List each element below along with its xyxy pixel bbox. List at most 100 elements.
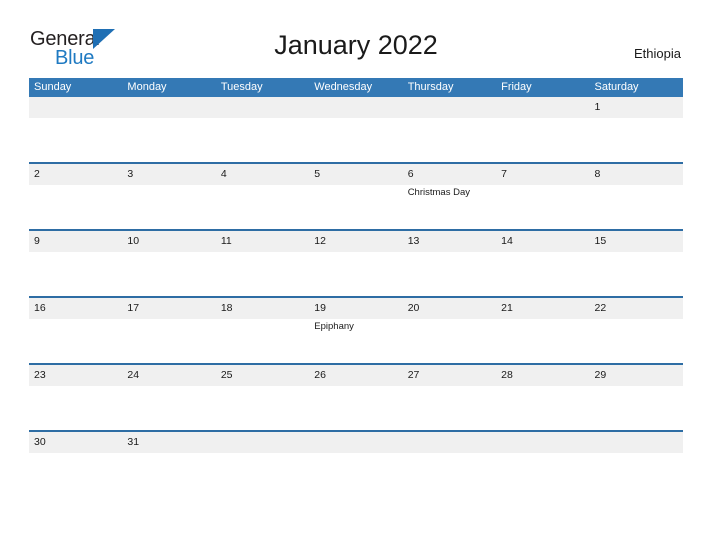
- calendar-day-empty: [403, 97, 496, 118]
- day-number-band: 1: [29, 97, 683, 118]
- day-number: 21: [501, 302, 513, 314]
- calendar-day-7[interactable]: 7: [496, 164, 589, 185]
- calendar-day-20[interactable]: 20: [403, 298, 496, 319]
- calendar-event-cell-empty: [496, 319, 589, 363]
- calendar-day-19[interactable]: 19: [309, 298, 402, 319]
- calendar-day-26[interactable]: 26: [309, 365, 402, 386]
- calendar-day-empty: [216, 97, 309, 118]
- day-number: 24: [127, 369, 140, 381]
- calendar-grid: Sunday Monday Tuesday Wednesday Thursday Frid…: [29, 78, 683, 455]
- calendar-day-17[interactable]: 17: [122, 298, 215, 319]
- calendar-day-30[interactable]: 30: [29, 432, 122, 453]
- day-number: 27: [407, 369, 420, 381]
- calendar-event-cell-empty: [216, 386, 309, 430]
- day-number-band: 16 17 18 19 20 21 22: [29, 298, 683, 319]
- calendar-day-22[interactable]: 22: [590, 298, 683, 319]
- day-number-band: 9 10 11 12 13 14 15: [29, 231, 683, 252]
- calendar-day-3[interactable]: 3: [122, 164, 215, 185]
- calendar-day-18[interactable]: 18: [216, 298, 309, 319]
- day-number: 31: [127, 436, 140, 448]
- calendar-event-cell-empty: [496, 185, 589, 229]
- calendar-week-row: 1: [29, 97, 683, 164]
- day-number: 30: [34, 436, 46, 448]
- calendar-day-6[interactable]: 6: [403, 164, 496, 185]
- calendar-event-cell-empty: [29, 252, 122, 296]
- calendar-week-row: 23 24 25 26 27 28 29: [29, 365, 683, 432]
- calendar-day-1[interactable]: 1: [590, 97, 683, 118]
- calendar-event-cell-empty: [590, 118, 683, 162]
- day-number: 18: [220, 302, 233, 314]
- calendar-event-cell-empty: [29, 319, 122, 363]
- calendar-day-29[interactable]: 29: [590, 365, 683, 386]
- calendar-event-cell-empty: [29, 118, 122, 162]
- calendar-day-8[interactable]: 8: [590, 164, 683, 185]
- calendar-week-row: 9 10 11 12 13 14 15: [29, 231, 683, 298]
- calendar-day-15[interactable]: 15: [590, 231, 683, 252]
- calendar-day-31[interactable]: 31: [122, 432, 215, 453]
- calendar-day-13[interactable]: 13: [403, 231, 496, 252]
- day-number: 12: [314, 235, 326, 247]
- calendar-day-25[interactable]: 25: [216, 365, 309, 386]
- day-number: 7: [501, 168, 507, 180]
- calendar-day-empty: [496, 97, 589, 118]
- day-number: 19: [314, 302, 326, 314]
- calendar-day-empty: [309, 432, 402, 453]
- day-number: 8: [594, 168, 601, 180]
- day-number: 17: [127, 302, 140, 314]
- calendar-day-14[interactable]: 14: [496, 231, 589, 252]
- calendar-event-cell-empty: [216, 118, 309, 162]
- calendar-day-27[interactable]: 27: [403, 365, 496, 386]
- calendar-event-cell-empty: [122, 386, 215, 430]
- weekday-header-row: Sunday Monday Tuesday Wednesday Thursday Frid…: [29, 78, 683, 97]
- weekday-header-friday: Friday: [501, 81, 532, 93]
- day-number: 6: [407, 168, 414, 180]
- calendar-event-cell[interactable]: Christmas Day: [403, 185, 496, 229]
- day-event-layer: [29, 386, 683, 430]
- calendar-event-cell-empty: [216, 252, 309, 296]
- calendar-event-cell-empty: [496, 118, 589, 162]
- day-number: 14: [501, 235, 513, 247]
- day-number: 29: [594, 369, 607, 381]
- calendar-day-2[interactable]: 2: [29, 164, 122, 185]
- weekday-header-monday: Monday: [127, 81, 167, 93]
- calendar-week-row: 30 31: [29, 432, 683, 455]
- day-number: 3: [127, 168, 134, 180]
- day-number: 28: [501, 369, 513, 381]
- day-number: 22: [594, 302, 607, 314]
- day-number-band: 23 24 25 26 27 28 29: [29, 365, 683, 386]
- day-number: 10: [127, 235, 140, 247]
- day-event-layer: [29, 252, 683, 296]
- calendar-day-4[interactable]: 4: [216, 164, 309, 185]
- calendar-event-cell-empty: [309, 185, 402, 229]
- calendar-day-11[interactable]: 11: [216, 231, 309, 252]
- calendar-day-23[interactable]: 23: [29, 365, 122, 386]
- calendar-event-cell-empty: [309, 118, 402, 162]
- calendar-day-21[interactable]: 21: [496, 298, 589, 319]
- day-number: 9: [34, 235, 40, 247]
- day-number: 11: [220, 235, 232, 247]
- calendar-week-row: 2 3 4 5 6 7 8 Christmas Day: [29, 164, 683, 231]
- calendar-day-5[interactable]: 5: [309, 164, 402, 185]
- calendar-event-cell-empty: [216, 319, 309, 363]
- calendar-day-24[interactable]: 24: [122, 365, 215, 386]
- calendar-page: General Blue January 2022 Ethiopia Sunda…: [0, 0, 712, 550]
- calendar-event-cell-empty: [122, 185, 215, 229]
- calendar-day-empty: [216, 432, 309, 453]
- weekday-header-sunday: Sunday: [34, 81, 72, 93]
- calendar-day-9[interactable]: 9: [29, 231, 122, 252]
- calendar-day-10[interactable]: 10: [122, 231, 215, 252]
- day-number: 5: [314, 168, 321, 180]
- calendar-day-12[interactable]: 12: [309, 231, 402, 252]
- calendar-event-cell[interactable]: Epiphany: [309, 319, 402, 363]
- calendar-day-16[interactable]: 16: [29, 298, 122, 319]
- calendar-event-cell-empty: [309, 252, 402, 296]
- day-number: 20: [407, 302, 420, 314]
- day-number-band: 2 3 4 5 6 7 8: [29, 164, 683, 185]
- calendar-event-cell-empty: [122, 118, 215, 162]
- calendar-day-28[interactable]: 28: [496, 365, 589, 386]
- day-event-layer: Epiphany: [29, 319, 683, 363]
- calendar-event-cell-empty: [403, 118, 496, 162]
- calendar-day-empty: [122, 97, 215, 118]
- day-event-layer: [29, 118, 683, 162]
- day-number-band: 30 31: [29, 432, 683, 453]
